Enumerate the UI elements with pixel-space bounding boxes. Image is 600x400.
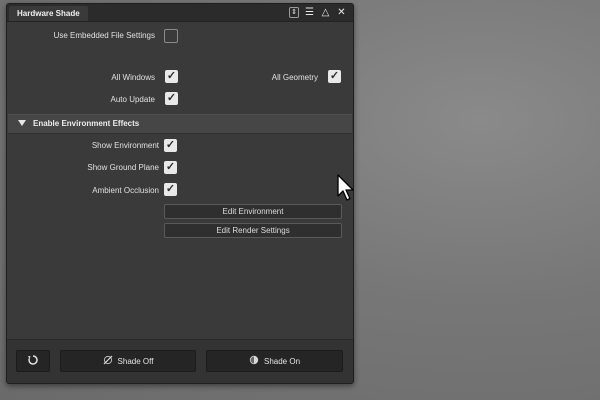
mouse-cursor-icon	[337, 174, 355, 204]
auto-update-checkbox[interactable]: ✓	[165, 92, 178, 105]
title-bar-icons: ⇕ ☰ △ ✕	[289, 6, 347, 19]
shade-off-icon	[103, 355, 113, 368]
reset-button[interactable]	[16, 350, 50, 372]
shade-on-icon	[249, 355, 259, 368]
environment-effects-section-header[interactable]: Enable Environment Effects	[8, 114, 352, 134]
show-environment-checkbox[interactable]: ✓	[164, 139, 177, 152]
panel-title-tab[interactable]: Hardware Shade	[9, 6, 88, 21]
shade-off-label: Shade Off	[117, 356, 154, 366]
show-ground-plane-checkbox[interactable]: ✓	[164, 161, 177, 174]
show-environment-label: Show Environment	[91, 141, 159, 150]
ambient-occlusion-checkbox[interactable]: ✓	[164, 183, 177, 196]
footer-bar: Shade Off Shade On	[7, 339, 353, 383]
show-ground-plane-label: Show Ground Plane	[87, 163, 159, 172]
expand-arrow-icon[interactable]	[18, 120, 26, 126]
auto-update-label: Auto Update	[110, 95, 155, 104]
collapse-triangle-icon[interactable]: △	[320, 7, 331, 18]
use-embedded-file-settings-label: Use Embedded File Settings	[53, 31, 155, 40]
shade-on-label: Shade On	[263, 356, 301, 366]
edit-environment-button[interactable]: Edit Environment	[164, 204, 342, 219]
section-title: Enable Environment Effects	[33, 119, 140, 128]
use-embedded-file-settings-checkbox[interactable]	[164, 29, 178, 43]
all-windows-checkbox[interactable]: ✓	[165, 70, 178, 83]
all-geometry-checkbox[interactable]: ✓	[328, 70, 341, 83]
shade-on-button[interactable]: Shade On	[206, 350, 343, 372]
reset-icon	[27, 354, 39, 369]
edit-render-settings-button[interactable]: Edit Render Settings	[164, 223, 342, 238]
all-geometry-label: All Geometry	[271, 73, 318, 82]
title-bar: Hardware Shade ⇕ ☰ △ ✕	[7, 4, 353, 22]
hardware-shade-panel: Hardware Shade ⇕ ☰ △ ✕ Use Embedded File…	[6, 3, 354, 384]
close-icon[interactable]: ✕	[336, 7, 347, 18]
sort-updown-icon[interactable]: ⇕	[289, 7, 299, 18]
ambient-occlusion-label: Ambient Occlusion	[92, 186, 159, 195]
all-windows-label: All Windows	[111, 73, 155, 82]
menu-icon[interactable]: ☰	[304, 7, 315, 18]
shade-off-button[interactable]: Shade Off	[60, 350, 196, 372]
